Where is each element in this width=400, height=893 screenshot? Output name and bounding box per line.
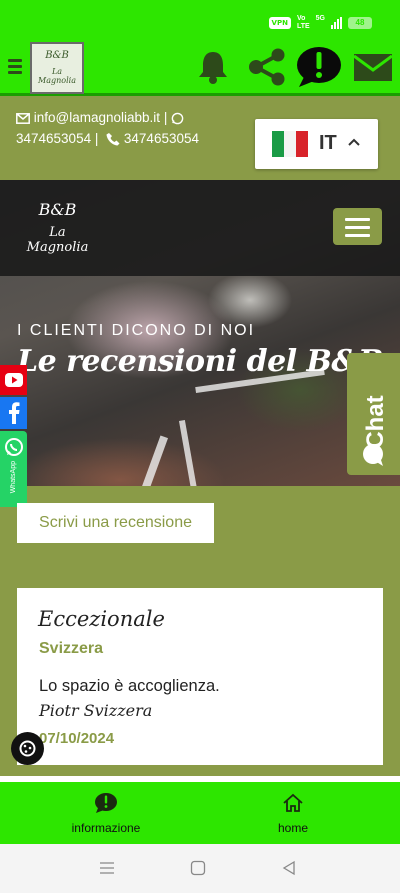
hero-title: Le recensioni del B&B — [17, 344, 383, 379]
bottom-nav-info-label: informazione — [71, 821, 141, 835]
youtube-button[interactable] — [0, 365, 27, 395]
menu-toggle-button[interactable] — [333, 208, 382, 245]
bell-icon[interactable] — [196, 48, 230, 84]
chat-bubble-icon — [363, 444, 383, 466]
bottom-nav-info[interactable]: informazione — [51, 792, 161, 835]
contact-whatsapp[interactable]: 3474653054 — [16, 131, 91, 146]
contact-email[interactable]: info@lamagnoliabb.it — [34, 110, 160, 125]
contact-bar: info@lamagnoliabb.it | 3474653054 | 3474… — [0, 99, 400, 180]
network-type: 5G — [315, 15, 325, 22]
info-bubble-icon — [95, 793, 117, 813]
hero-kicker: I CLIENTI DICONO DI NOI — [17, 322, 256, 339]
cookie-icon — [19, 740, 36, 757]
review-title: Eccezionale — [38, 607, 165, 631]
system-nav-bar — [0, 844, 400, 893]
review-author: Piotr Svizzera — [39, 701, 153, 720]
review-date: 07/10/2024 — [39, 730, 115, 747]
app-header: B&B La Magnolia — [0, 40, 400, 96]
language-code: IT — [319, 132, 337, 154]
whatsapp-label: WhatsApp — [10, 461, 17, 494]
review-country: Svizzera — [39, 640, 104, 657]
whatsapp-icon — [4, 438, 23, 456]
chat-label: Chat — [362, 395, 389, 449]
volte-indicator: Vo LTE — [296, 15, 310, 30]
whatsapp-button[interactable]: WhatsApp — [0, 431, 27, 507]
cookie-settings-button[interactable] — [11, 732, 44, 765]
bottom-nav-home[interactable]: home — [238, 792, 348, 835]
envelope-icon — [16, 112, 30, 124]
bottom-nav: informazione home — [0, 782, 400, 844]
contact-info: info@lamagnoliabb.it | 3474653054 | 3474… — [16, 110, 199, 146]
chevron-up-icon — [348, 138, 360, 146]
mail-icon[interactable] — [354, 52, 392, 82]
youtube-icon — [4, 373, 23, 387]
home-icon — [283, 793, 303, 812]
battery-icon: 48 — [348, 17, 372, 29]
status-bar: VPN Vo LTE 5G 48 — [0, 0, 400, 40]
whatsapp-small-icon — [171, 112, 184, 125]
review-card: Eccezionale Svizzera Lo spazio è accogli… — [17, 588, 383, 765]
header-logo[interactable]: B&B La Magnolia — [30, 42, 84, 94]
chat-tab[interactable]: Chat — [347, 353, 400, 475]
vpn-indicator: VPN — [268, 17, 291, 29]
contact-phone[interactable]: 3474653054 — [124, 131, 199, 146]
hero-logo[interactable]: B&B La Magnolia — [20, 200, 95, 255]
share-icon[interactable] — [247, 48, 287, 86]
bottom-nav-home-label: home — [277, 821, 309, 835]
status-icons: VPN Vo LTE 5G 48 — [268, 15, 372, 31]
hero-banner: B&B La Magnolia I CLIENTI DICONO DI NOI … — [0, 180, 400, 486]
info-chat-icon[interactable] — [296, 45, 342, 89]
battery-level: 48 — [355, 18, 365, 27]
review-text: Lo spazio è accoglienza. — [39, 677, 220, 695]
signal-icon — [331, 17, 342, 29]
back-icon[interactable] — [281, 860, 297, 876]
facebook-button[interactable] — [0, 397, 27, 429]
facebook-icon — [8, 402, 19, 424]
italy-flag-icon — [272, 131, 308, 157]
home-button-icon[interactable] — [190, 860, 206, 876]
phone-icon — [106, 133, 120, 146]
hamburger-menu-icon[interactable] — [8, 59, 22, 77]
recent-apps-icon[interactable] — [99, 860, 115, 876]
write-review-button[interactable]: Scrivi una recensione — [17, 503, 214, 543]
hero-navbar: B&B La Magnolia — [0, 180, 400, 276]
language-selector[interactable]: IT — [255, 119, 378, 169]
